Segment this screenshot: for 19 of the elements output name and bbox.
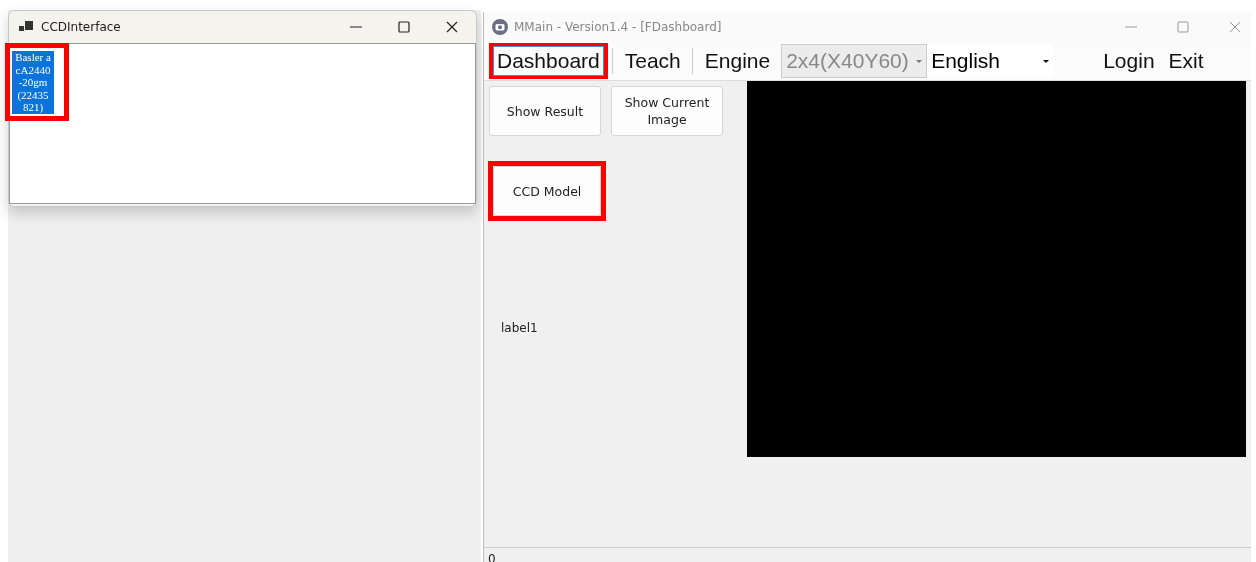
dropdown-arrow-icon: [916, 59, 923, 63]
maximize-icon[interactable]: [398, 21, 410, 33]
window-title: MMain - Version1.4 - [FDashboard]: [514, 20, 722, 34]
window-app-icon: [19, 21, 33, 33]
menu-tab[interactable]: Dashboard: [493, 46, 604, 76]
menu-tab[interactable]: Teach: [621, 47, 684, 75]
menu-item[interactable]: Login: [1103, 49, 1155, 73]
action-button[interactable]: CCD Model: [493, 166, 601, 216]
window-title: CCDInterface: [41, 20, 121, 34]
close-icon[interactable]: [446, 21, 458, 33]
menu-tab[interactable]: Engine: [701, 47, 774, 75]
label-text: label1: [501, 321, 538, 335]
menu-item[interactable]: Exit: [1168, 49, 1204, 73]
action-button[interactable]: Show Current Image: [611, 86, 723, 136]
action-button[interactable]: Show Result: [489, 86, 601, 136]
camera-icon: [492, 19, 508, 35]
list-item[interactable]: Basler acA2440-20gm (22435821): [12, 51, 54, 114]
dropdown[interactable]: English: [927, 44, 1054, 78]
dropdown-arrow-icon: [1043, 59, 1050, 63]
